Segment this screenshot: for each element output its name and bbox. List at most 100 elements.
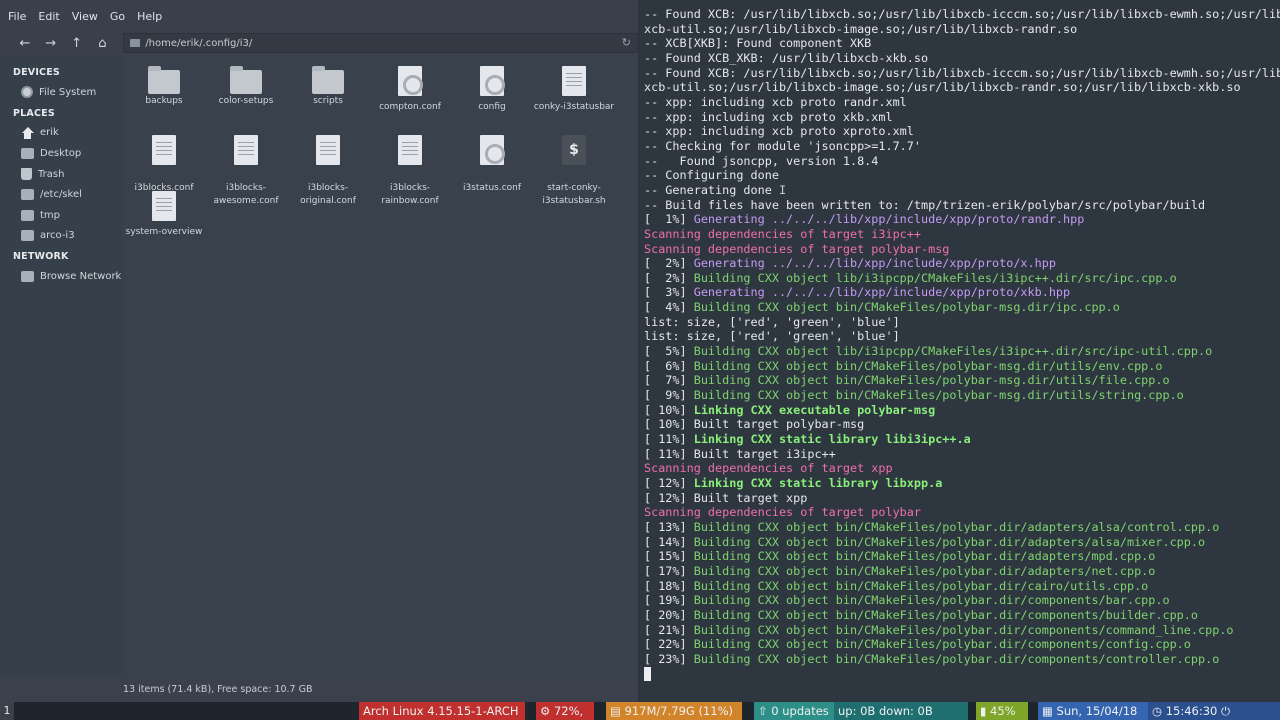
file-item-i3status-conf[interactable]: i3status.conf [450, 122, 534, 207]
sidebar-item-erik[interactable]: erik [0, 123, 122, 144]
menu-help[interactable]: Help [137, 10, 162, 23]
terminal-line: [ 10%] Linking CXX executable polybar-ms… [644, 403, 1280, 418]
toolbar: ← → ↑ ⌂ /home/erik/.config/i3/ ↻ [0, 32, 638, 54]
file-name: start-conky- i3statusbar.sh [542, 183, 606, 206]
terminal-line: -- XCB[XKB]: Found component XKB [644, 36, 1280, 51]
terminal-line: [ 19%] Building CXX object bin/CMakeFile… [644, 593, 1280, 608]
kernel-module: Arch Linux 4.15.15-1-ARCH [359, 702, 525, 720]
memory-icon: ▤ [610, 704, 621, 718]
terminal-line: [ 1%] Generating ../../../lib/xpp/includ… [644, 212, 1280, 227]
file-view: backups color-setups scripts compton.con… [122, 56, 638, 684]
home-icon[interactable]: ⌂ [89, 33, 115, 53]
terminal-text: -- Found XCB: /usr/lib/libxcb.so;/usr/li… [644, 65, 1280, 80]
sidebar-item-arco-i3[interactable]: arco-i3 [0, 226, 122, 247]
sidebar-item-browse-network[interactable]: Browse Network [0, 266, 122, 287]
terminal-line: -- xpp: including xcb proto xkb.xml [644, 110, 1280, 125]
time-label: 15:46:30 [1165, 704, 1218, 718]
terminal-text: -- Configuring done [644, 168, 779, 183]
file-name: i3blocks- original.conf [300, 183, 356, 206]
folder-icon [21, 209, 34, 221]
file-item-i3blocks-rainbow-conf[interactable]: i3blocks- rainbow.conf [368, 122, 452, 220]
terminal-text: Building CXX object bin/CMakeFiles/polyb… [693, 549, 1156, 564]
terminal-text: Linking CXX static library libxpp.a [693, 476, 943, 490]
reload-icon[interactable]: ↻ [622, 36, 631, 49]
updates-module[interactable]: ⇧ 0 updates [754, 702, 834, 720]
terminal-text: [ 1%] [644, 212, 694, 227]
terminal-text: [ 5%] [644, 344, 694, 359]
file-item-conky-i3statusbar[interactable]: conky-i3statusbar [532, 66, 616, 114]
back-arrow-icon[interactable]: ← [12, 33, 38, 53]
text-file-icon [316, 134, 340, 165]
sidebar-item-desktop[interactable]: Desktop [0, 143, 122, 164]
sidebar-item-label: erik [40, 127, 59, 139]
power-icon[interactable]: ⏻ [1221, 704, 1230, 718]
forward-arrow-icon[interactable]: → [38, 33, 64, 53]
sidebar-item-etc-skel[interactable]: /etc/skel [0, 184, 122, 205]
updates-icon: ⇧ [758, 704, 768, 718]
terminal-text: [ 23%] [644, 651, 694, 666]
terminal-text: Building CXX object bin/CMakeFiles/polyb… [693, 563, 1156, 578]
workspace-indicator[interactable]: 1 [0, 702, 14, 720]
file-item-backups[interactable]: backups [122, 66, 206, 108]
terminal-line: -- Build files have been written to: /tm… [644, 198, 1280, 213]
file-item-config[interactable]: config [450, 66, 534, 114]
sidebar-item-tmp[interactable]: tmp [0, 205, 122, 226]
terminal-line: xcb-util.so;/usr/lib/libxcb-image.so;/us… [644, 22, 1280, 37]
terminal-text: list: size, ['red', 'green', 'blue'] [644, 314, 900, 329]
sidebar-item-label: Browse Network [40, 270, 122, 282]
sidebar-item-label: arco-i3 [40, 230, 75, 242]
terminal-text: Linking CXX static library libi3ipc++.a [693, 432, 971, 447]
location-path: /home/erik/.config/i3/ [145, 37, 253, 49]
file-item-system-overview[interactable]: system-overview [122, 191, 206, 239]
battery-icon: ▮ [980, 704, 987, 718]
terminal-line: [ 14%] Building CXX object bin/CMakeFile… [644, 535, 1280, 550]
file-item-i3blocks-original-conf[interactable]: i3blocks- original.conf [286, 122, 370, 220]
terminal-text: Generating ../../../lib/xpp/include/xpp/… [693, 285, 1071, 300]
terminal-text: -- xpp: including xcb proto xproto.xml [644, 124, 914, 139]
terminal-line: Scanning dependencies of target xpp [644, 461, 1280, 476]
drive-icon [21, 86, 33, 99]
file-name: color-setups [218, 96, 274, 106]
file-item-scripts[interactable]: scripts [286, 66, 370, 108]
folder-icon [21, 230, 34, 242]
terminal-text: [ 12%] Built target xpp [644, 490, 808, 505]
file-item-start-conky-i3statusbar-sh[interactable]: $ start-conky- i3statusbar.sh [532, 122, 616, 220]
terminal-window[interactable]: -- Found XCB: /usr/lib/libxcb.so;/usr/li… [640, 0, 1280, 702]
terminal-text: [ 22%] [644, 637, 694, 652]
terminal-text: Building CXX object bin/CMakeFiles/polyb… [693, 651, 1220, 666]
sidebar-item-trash[interactable]: Trash [0, 164, 122, 185]
terminal-line: [ 17%] Building CXX object bin/CMakeFile… [644, 564, 1280, 579]
terminal-cursor [644, 666, 651, 681]
file-item-i3blocks-awesome-conf[interactable]: i3blocks- awesome.conf [204, 122, 288, 220]
network-module: up: 0B down: 0B [834, 702, 968, 720]
menu-go[interactable]: Go [110, 10, 125, 23]
file-name: system-overview [125, 227, 203, 237]
trash-icon [21, 168, 32, 181]
location-bar[interactable]: /home/erik/.config/i3/ ↻ [123, 33, 638, 53]
terminal-text: -- Found XCB: /usr/lib/libxcb.so;/usr/li… [644, 7, 1280, 21]
file-item-color-setups[interactable]: color-setups [204, 66, 288, 108]
terminal-line: -- Found XCB: /usr/lib/libxcb.so;/usr/li… [644, 7, 1280, 22]
terminal-text: Building CXX object bin/CMakeFiles/polyb… [693, 388, 1184, 403]
sidebar-item-file-system[interactable]: File System [0, 82, 122, 103]
terminal-text: Scanning dependencies of target xpp [644, 461, 893, 476]
file-item-compton-conf[interactable]: compton.conf [368, 66, 452, 114]
home-icon [21, 126, 34, 139]
terminal-text: [ 17%] [644, 563, 694, 578]
status-text: 13 items (71.4 kB), Free space: 10.7 GB [123, 684, 313, 695]
menu-file[interactable]: File [8, 10, 26, 23]
file-name: config [478, 102, 506, 112]
menu-edit[interactable]: Edit [38, 10, 59, 23]
file-name: i3status.conf [462, 183, 522, 193]
terminal-line: [ 3%] Generating ../../../lib/xpp/includ… [644, 285, 1280, 300]
terminal-text: Building CXX object bin/CMakeFiles/polyb… [693, 519, 1220, 534]
up-arrow-icon[interactable]: ↑ [64, 33, 90, 53]
terminal-text: [ 4%] [644, 300, 694, 315]
file-name: i3blocks- awesome.conf [213, 183, 279, 206]
terminal-line: [ 7%] Building CXX object bin/CMakeFiles… [644, 373, 1280, 388]
memory-module: ▤ 917M/7.79G (11%) [606, 702, 742, 720]
menu-view[interactable]: View [72, 10, 98, 23]
terminal-text: xcb-util.so;/usr/lib/libxcb-image.so;/us… [644, 21, 1078, 36]
terminal-text: [ 15%] [644, 549, 694, 564]
terminal-text: [ 18%] [644, 578, 694, 593]
